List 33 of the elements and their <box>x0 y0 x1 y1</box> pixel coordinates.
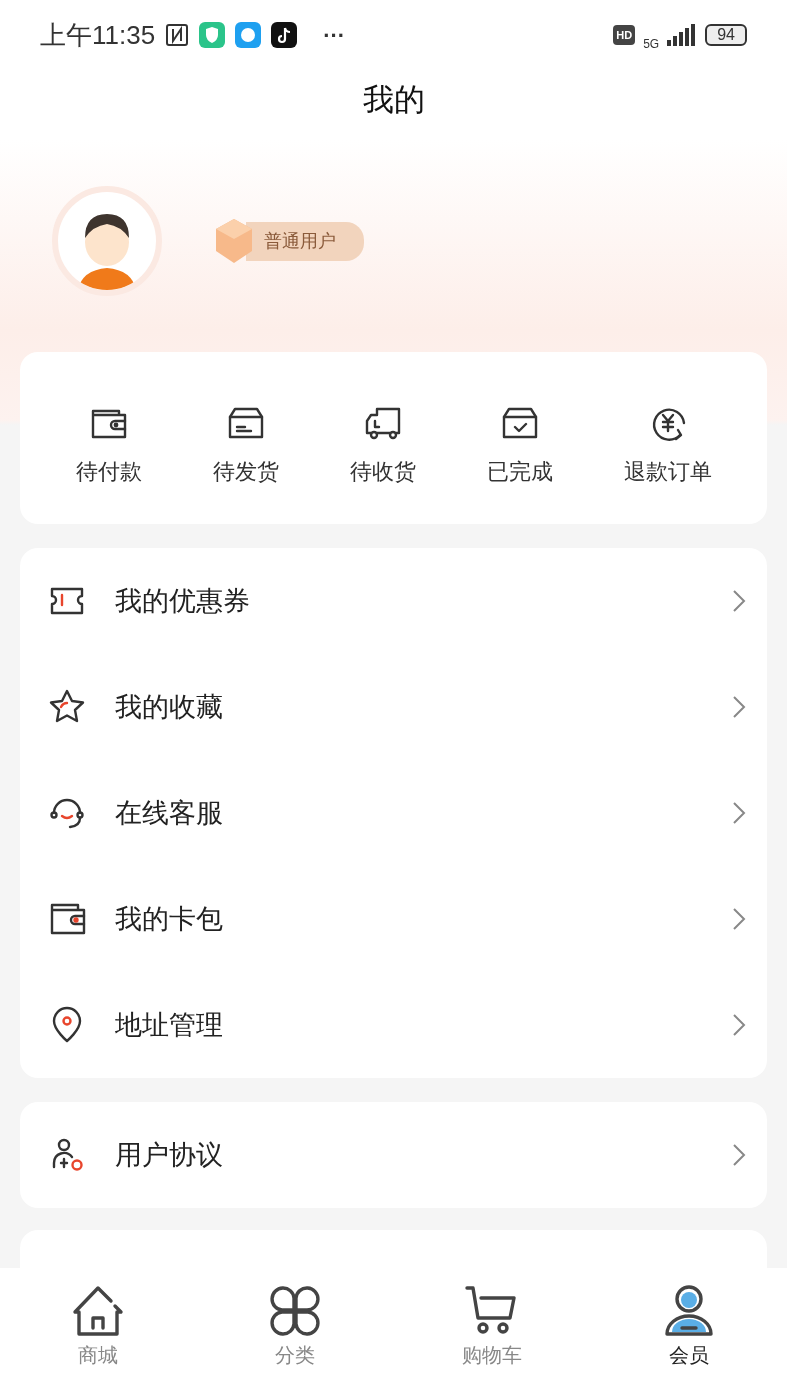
user-level-badge: 普通用户 <box>246 221 364 261</box>
page-title: 我的 <box>362 80 425 119</box>
chevron-right-icon <box>731 1012 747 1038</box>
more-notifications: ··· <box>323 21 346 50</box>
network-type: 5G <box>643 36 660 53</box>
nfc-icon <box>165 23 190 47</box>
order-status-button[interactable]: 待付款 <box>75 388 142 488</box>
battery-indicator: 94 <box>705 24 747 46</box>
menu-row[interactable]: 我的优惠券 <box>20 548 767 654</box>
shield-app-icon <box>199 22 226 48</box>
menu-row[interactable]: 地址管理 <box>20 972 767 1078</box>
tab-bar-item[interactable]: 商城 <box>0 1268 197 1400</box>
status-time: 上午11:35 <box>40 18 156 52</box>
chat-app-icon <box>235 22 262 48</box>
menu-row[interactable]: 我的收藏 <box>20 654 767 760</box>
menu-row[interactable]: 在线客服 <box>20 760 767 866</box>
signal-icon <box>667 24 698 46</box>
tab-bar-item[interactable]: 分类 <box>196 1268 394 1400</box>
music-app-icon <box>271 22 298 48</box>
tab-bar-item[interactable]: 购物车 <box>393 1268 591 1400</box>
chevron-right-icon <box>731 800 747 826</box>
menu-row[interactable]: 我的卡包 <box>20 866 767 972</box>
order-status-button[interactable]: 退款订单 <box>623 388 712 488</box>
order-status-button[interactable]: 已完成 <box>486 388 553 488</box>
menu-row[interactable]: 用户协议 <box>20 1102 767 1208</box>
hd-badge: HD <box>613 24 636 46</box>
order-status-button[interactable]: 待收货 <box>349 388 416 488</box>
chevron-right-icon <box>731 588 747 614</box>
chevron-right-icon <box>731 694 747 720</box>
chevron-right-icon <box>731 906 747 932</box>
tab-bar-item[interactable]: 会员 <box>590 1268 787 1400</box>
order-status-button[interactable]: 待发货 <box>212 388 279 488</box>
chevron-right-icon <box>731 1142 747 1168</box>
